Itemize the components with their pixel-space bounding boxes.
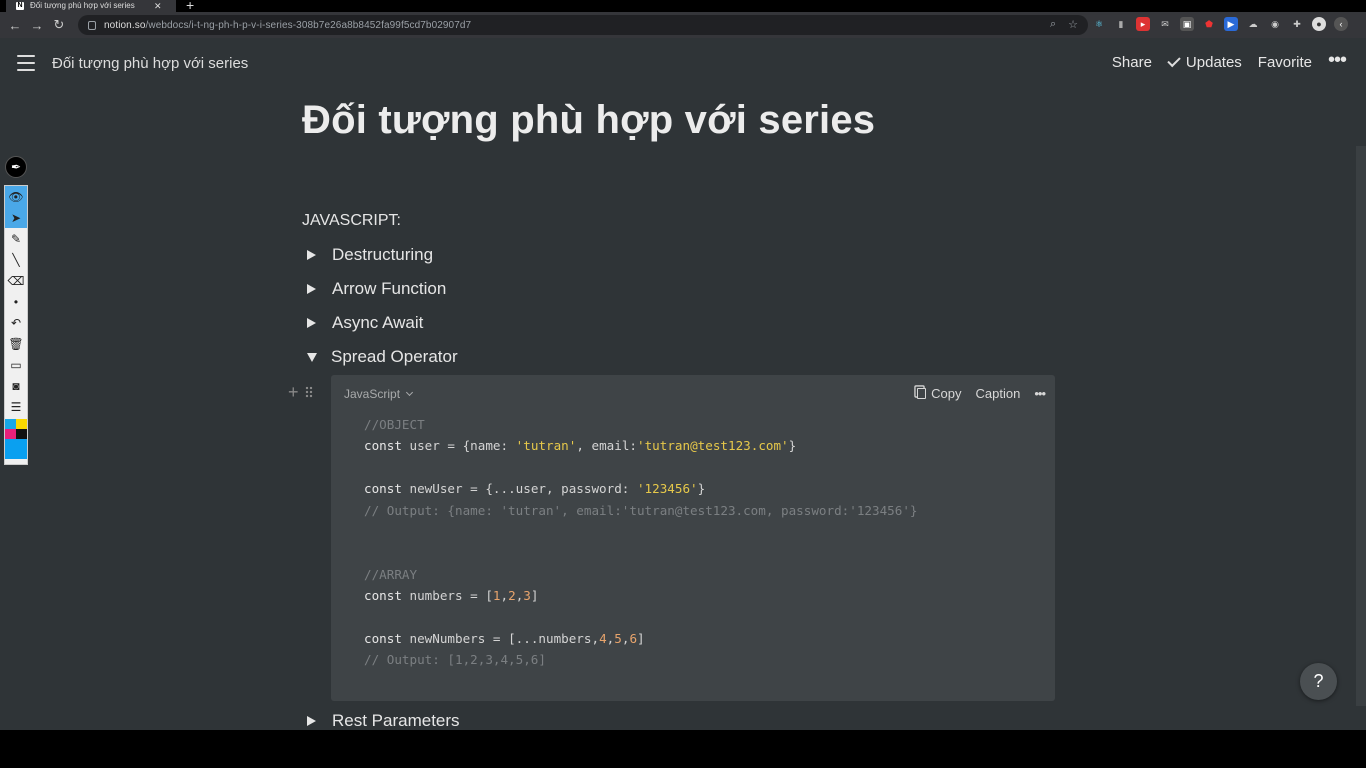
swatch-yellow[interactable] <box>16 419 27 429</box>
language-selector[interactable]: JavaScript <box>344 387 414 401</box>
cursor-arrow-icon[interactable]: ➤ <box>5 207 27 228</box>
page-scrollbar[interactable] <box>1356 146 1366 706</box>
extension-camera-icon[interactable]: ◉ <box>1268 17 1282 31</box>
forward-icon[interactable]: → <box>26 14 48 36</box>
extension-icon[interactable]: ▮ <box>1114 17 1128 31</box>
browser-tab[interactable]: N Đối tượng phù hợp với series ✕ <box>6 0 176 12</box>
section-label[interactable]: JAVASCRIPT: <box>302 212 401 230</box>
color-swatches <box>5 419 27 439</box>
share-button[interactable]: Share <box>1112 54 1152 71</box>
clipboard-icon[interactable]: ☰ <box>5 396 27 417</box>
annotation-palette: 👁 ➤ ✎ ╲ ⌫ • ↶ 🗑 ▭ ◙ ☰ <box>4 185 28 465</box>
profile-avatar-icon[interactable]: ● <box>1312 17 1326 31</box>
notion-page: Đối tượng phù hợp với series Share Updat… <box>0 38 1366 730</box>
updates-button[interactable]: Updates <box>1167 53 1242 71</box>
back-icon[interactable]: ← <box>4 14 26 36</box>
page-title[interactable]: Đối tượng phù hợp với series <box>302 98 875 143</box>
react-devtools-icon[interactable]: ⚛ <box>1092 17 1106 31</box>
browser-tabstrip: N Đối tượng phù hợp với series ✕ + <box>0 0 1366 13</box>
toggle-destructuring[interactable]: Destructuring <box>307 245 433 265</box>
eye-icon[interactable]: 👁 <box>5 186 27 207</box>
tab-title: Đối tượng phù hợp với series <box>30 1 135 10</box>
sidebar-toggle-icon[interactable] <box>17 55 35 71</box>
current-color-swatch[interactable] <box>5 439 27 459</box>
caption-button[interactable]: Caption <box>976 386 1021 401</box>
address-bar[interactable]: notion.so/webdocs/i-t-ng-ph-h-p-v-i-seri… <box>78 15 1088 35</box>
extension-red-icon[interactable]: ▸ <box>1136 17 1150 31</box>
extension-mail-icon[interactable]: ✉ <box>1158 17 1172 31</box>
line-tool-icon[interactable]: ╲ <box>5 249 27 270</box>
favorite-button[interactable]: Favorite <box>1258 54 1312 71</box>
notion-topbar: Đối tượng phù hợp với series Share Updat… <box>0 38 1366 88</box>
notion-favicon-icon: N <box>16 2 24 10</box>
toggle-arrow-icon[interactable] <box>307 284 316 294</box>
toggle-async-await[interactable]: Async Await <box>307 313 423 333</box>
extension-shield-icon[interactable]: ⬟ <box>1202 17 1216 31</box>
reload-icon[interactable]: ↻ <box>48 14 70 36</box>
pen-tool-icon[interactable]: ✎ <box>5 228 27 249</box>
toggle-spread-operator[interactable]: Spread Operator <box>307 347 458 367</box>
swatch-black[interactable] <box>16 429 27 439</box>
block-handle: + <box>288 382 313 403</box>
trash-icon[interactable]: 🗑 <box>5 333 27 354</box>
toggle-arrow-icon[interactable] <box>307 250 316 260</box>
extensions-bar: ⚛ ▮ ▸ ✉ ▣ ⬟ ▶ ☁ ◉ ✚ ● ‹ <box>1092 17 1348 31</box>
camera-icon[interactable]: ◙ <box>5 375 27 396</box>
pen-toggle-icon[interactable]: ✒ <box>5 156 27 178</box>
code-more-icon[interactable]: ••• <box>1034 386 1046 401</box>
bookmark-star-icon[interactable]: ☆ <box>1068 18 1078 31</box>
swatch-magenta[interactable] <box>5 429 16 439</box>
screen-bottom-bar <box>0 730 1366 768</box>
undo-icon[interactable]: ↶ <box>5 312 27 333</box>
copy-icon <box>917 388 927 399</box>
eraser-icon[interactable]: ⌫ <box>5 270 27 291</box>
extensions-puzzle-icon[interactable]: ✚ <box>1290 17 1304 31</box>
chevron-down-icon <box>405 388 414 397</box>
tab-close-icon[interactable]: ✕ <box>154 1 162 12</box>
url-text: notion.so/webdocs/i-t-ng-ph-h-p-v-i-seri… <box>104 19 472 31</box>
browser-toolbar: ← → ↻ notion.so/webdocs/i-t-ng-ph-h-p-v-… <box>0 12 1366 38</box>
breadcrumb[interactable]: Đối tượng phù hợp với series <box>52 55 248 72</box>
copy-button[interactable]: Copy <box>917 386 962 401</box>
extension-blue-icon[interactable]: ▶ <box>1224 17 1238 31</box>
more-options-icon[interactable]: ••• <box>1328 50 1347 70</box>
extension-chat-icon[interactable]: ☁ <box>1246 17 1260 31</box>
check-icon <box>1167 53 1181 68</box>
help-button[interactable]: ? <box>1300 663 1337 700</box>
toggle-arrow-function[interactable]: Arrow Function <box>307 279 446 299</box>
toggle-rest-parameters[interactable]: Rest Parameters <box>307 711 460 730</box>
swatch-cyan[interactable] <box>5 419 16 429</box>
drag-handle-icon[interactable] <box>304 386 313 398</box>
code-content[interactable]: //OBJECT const user = {name: 'tutran', e… <box>364 414 918 671</box>
browser-menu-icon[interactable]: ‹ <box>1334 17 1348 31</box>
toggle-arrow-open-icon[interactable] <box>307 352 317 362</box>
toggle-arrow-icon[interactable] <box>307 716 316 726</box>
zoom-icon[interactable]: ⌕ <box>1050 18 1056 31</box>
whiteboard-icon[interactable]: ▭ <box>5 354 27 375</box>
dot-size-icon[interactable]: • <box>5 291 27 312</box>
lock-icon <box>88 20 96 30</box>
extension-screen-icon[interactable]: ▣ <box>1180 17 1194 31</box>
add-block-icon[interactable]: + <box>288 382 299 403</box>
toggle-arrow-icon[interactable] <box>307 318 316 328</box>
code-block[interactable]: JavaScript Copy Caption ••• //OBJECT con… <box>331 375 1055 701</box>
